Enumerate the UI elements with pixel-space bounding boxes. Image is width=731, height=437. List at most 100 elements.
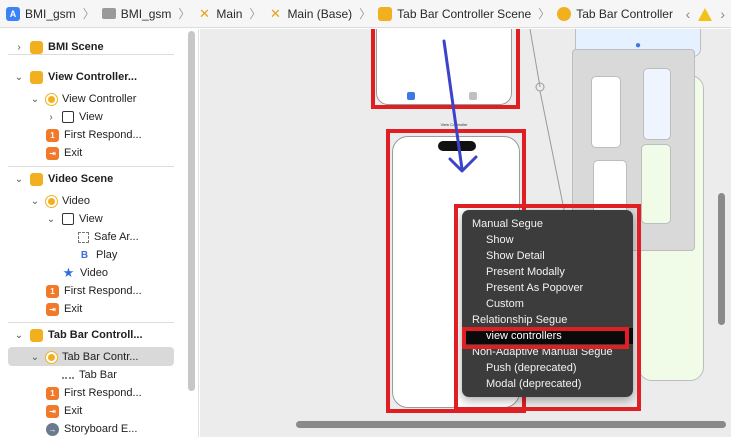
outline-label: View [79, 111, 103, 123]
warning-icon[interactable] [698, 7, 713, 21]
first-responder-icon: 1 [46, 128, 59, 142]
xcode-window: A BMI_gsm 〉 BMI_gsm 〉 ✕ Main 〉 ✕ Main (B… [0, 0, 731, 437]
outline-label: View [79, 213, 103, 225]
drag-arrow-line [442, 39, 464, 171]
canvas-horizontal-scrollbar[interactable] [296, 421, 726, 428]
outline-label: View Controller [62, 93, 137, 105]
button-icon: B [80, 249, 89, 261]
exit-icon: ⇥ [46, 302, 59, 316]
outline-label: Tab Bar [79, 369, 117, 381]
outline-label: Storyboard E... [64, 423, 138, 435]
outline-row-tab-bar-scene[interactable]: ⌄ Tab Bar Controll... [14, 326, 143, 344]
breadcrumb-label: BMI_gsm [25, 6, 76, 21]
disclosure-icon[interactable]: ⌄ [46, 214, 56, 225]
breadcrumb-folder[interactable]: BMI_gsm [101, 6, 172, 21]
storyboard-icon: ✕ [269, 5, 281, 21]
outline-row-safe-area[interactable]: Safe Ar... [62, 228, 139, 246]
chevron-right-icon[interactable]: › [720, 6, 725, 22]
scene-icon [30, 328, 43, 342]
breadcrumb-label: Main [216, 6, 243, 21]
disclosure-icon[interactable]: ⌄ [14, 72, 24, 83]
outline-row-first-responder[interactable]: 1 First Respond... [30, 282, 142, 300]
view-icon [62, 213, 74, 225]
breadcrumb-label: Tab Bar Controller Scene [397, 6, 532, 21]
app-icon: A [6, 6, 20, 21]
outline-label: Exit [64, 303, 83, 315]
outline-row-exit[interactable]: ⇥ Exit [30, 300, 82, 318]
outline-row-video[interactable]: ⌄ Video [30, 192, 90, 210]
disclosure-icon[interactable]: › [14, 42, 24, 53]
jump-bar: A BMI_gsm 〉 BMI_gsm 〉 ✕ Main 〉 ✕ Main (B… [0, 0, 731, 28]
exit-icon: ⇥ [46, 404, 59, 418]
chevron-right-icon: 〉 [178, 7, 191, 21]
view-controller-icon [46, 93, 57, 105]
nav-controls: ‹ › [686, 6, 725, 22]
breadcrumb-scene[interactable]: Tab Bar Controller Scene [378, 6, 532, 21]
outline-row-view-controller-scene[interactable]: ⌄ View Controller... [14, 68, 137, 86]
breadcrumb-label: Main (Base) [287, 6, 353, 21]
breadcrumb-controller[interactable]: Tab Bar Controller [557, 6, 673, 21]
outline-row-video-tab-item[interactable]: ★ Video [46, 264, 108, 282]
outline-label: Safe Ar... [94, 231, 139, 243]
tab-bar-icon [62, 371, 74, 379]
outline-row-exit[interactable]: ⇥ Exit [30, 402, 82, 420]
disclosure-icon[interactable]: ⌄ [30, 94, 40, 105]
outline-row-first-responder[interactable]: 1 First Respond... [30, 384, 142, 402]
tab-bar-controller-icon [46, 351, 57, 363]
storyboard-icon: ✕ [198, 5, 210, 21]
outline-row-bmi-scene[interactable]: › BMI Scene [14, 38, 104, 56]
outline-label: Video [62, 195, 90, 207]
scene-icon [30, 172, 43, 186]
outline-label: Video Scene [48, 173, 114, 185]
outline-label: Exit [64, 147, 83, 159]
outline-row-view-controller[interactable]: ⌄ View Controller [30, 90, 137, 108]
document-outline: › BMI Scene ⌄ View Controller... ⌄ View … [0, 29, 199, 437]
outline-label: Video [80, 267, 108, 279]
outline-row-play[interactable]: B Play [62, 246, 118, 264]
outline-label: Play [96, 249, 118, 261]
folder-icon [101, 8, 116, 19]
chevron-right-icon: 〉 [359, 7, 372, 21]
first-responder-icon: 1 [46, 284, 59, 298]
chevron-right-icon: 〉 [538, 7, 551, 21]
divider [8, 322, 174, 323]
outline-label: View Controller... [48, 71, 138, 83]
outline-label: First Respond... [64, 387, 142, 399]
outline-row-video-view[interactable]: ⌄ View [46, 210, 103, 228]
outline-row-video-scene[interactable]: ⌄ Video Scene [14, 170, 113, 188]
breadcrumb-storyboard-base[interactable]: ✕ Main (Base) [268, 5, 353, 21]
view-icon [62, 111, 74, 123]
outline-row-tab-bar[interactable]: Tab Bar [46, 366, 117, 384]
scene-icon [30, 70, 43, 84]
scene-icon [30, 40, 43, 54]
outline-scrollbar[interactable] [188, 31, 195, 391]
outline-row-first-responder[interactable]: 1 First Respond... [30, 126, 142, 144]
chevron-right-icon: 〉 [82, 7, 95, 21]
breadcrumb-storyboard[interactable]: ✕ Main [197, 5, 243, 21]
breadcrumb-label: BMI_gsm [120, 6, 172, 21]
canvas-vertical-scrollbar[interactable] [718, 193, 725, 325]
annotation-box [454, 204, 641, 411]
outline-row-tab-bar-controller[interactable]: ⌄ Tab Bar Contr... [30, 348, 139, 366]
first-responder-icon: 1 [46, 386, 59, 400]
scene-icon [378, 6, 393, 21]
outline-row-view[interactable]: › View [46, 108, 103, 126]
disclosure-icon[interactable]: ⌄ [30, 352, 40, 363]
storyboard-entry-icon: → [46, 422, 59, 436]
disclosure-icon[interactable]: ⌄ [14, 174, 24, 185]
outline-label: Tab Bar Contr... [62, 351, 139, 363]
outline-row-exit[interactable]: ⇥ Exit [30, 144, 82, 162]
divider [8, 166, 174, 167]
chevron-left-icon[interactable]: ‹ [686, 6, 691, 22]
outline-label: Tab Bar Controll... [48, 329, 143, 341]
disclosure-icon[interactable]: ⌄ [14, 330, 24, 341]
storyboard-canvas[interactable]: ● View Controller Manual Segue Show Show… [200, 29, 731, 437]
disclosure-icon[interactable]: ⌄ [30, 196, 40, 207]
annotation-box-highlight [462, 327, 629, 349]
outline-label: Exit [64, 405, 83, 417]
disclosure-icon[interactable]: › [46, 112, 56, 123]
breadcrumb-project[interactable]: A BMI_gsm [6, 6, 76, 21]
outline-label: First Respond... [64, 285, 142, 297]
view-controller-icon [46, 195, 57, 207]
outline-row-storyboard-entry[interactable]: → Storyboard E... [30, 420, 137, 437]
